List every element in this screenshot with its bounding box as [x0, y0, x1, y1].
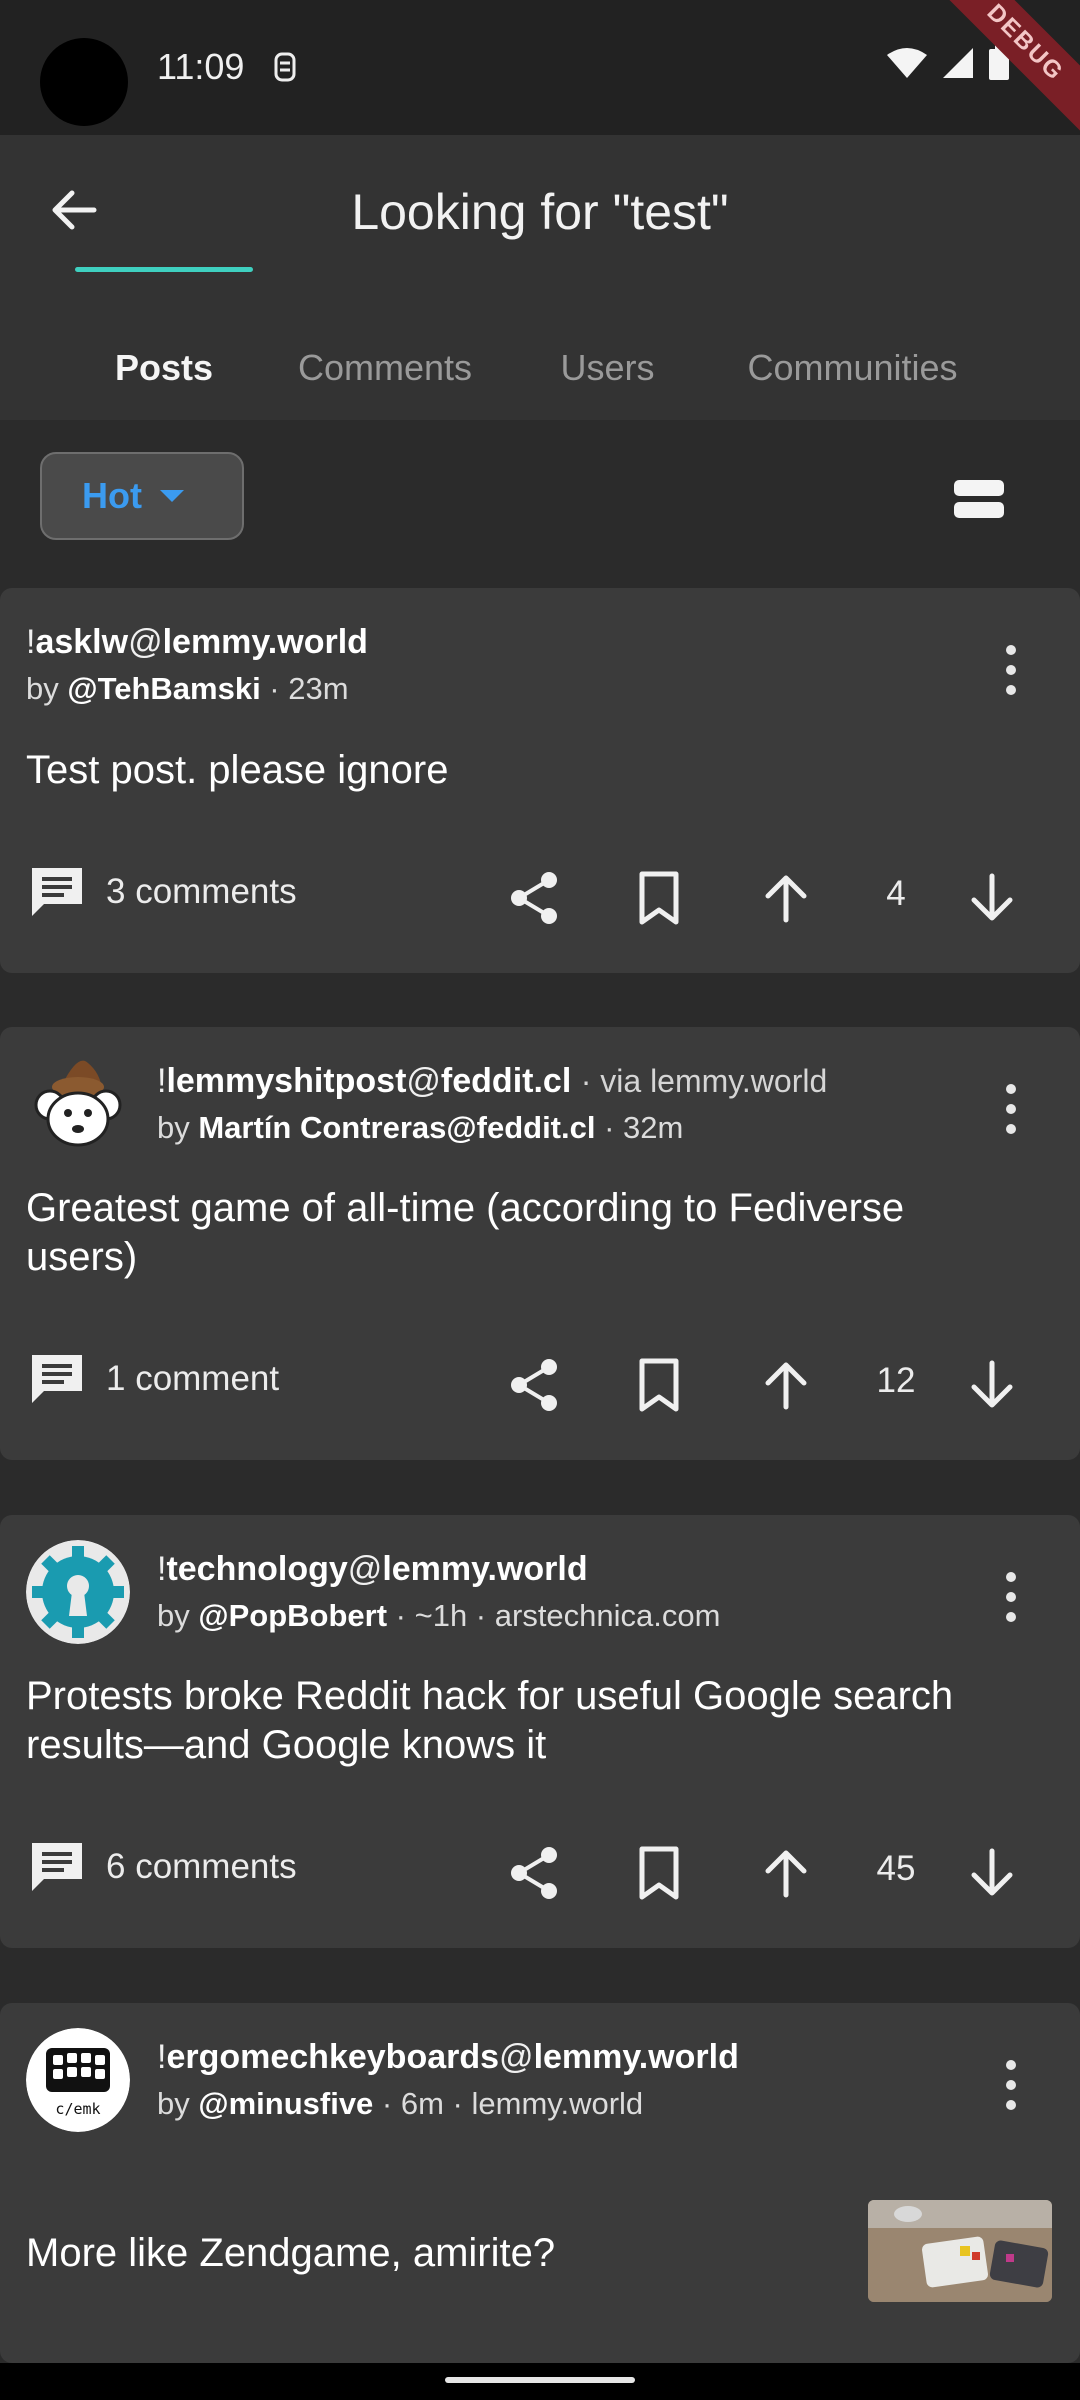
post-menu-button[interactable]: [1000, 1572, 1020, 1632]
wifi-icon: [887, 48, 927, 78]
bookmark-icon[interactable]: [630, 868, 690, 928]
post-title[interactable]: Protests broke Reddit hack for useful Go…: [26, 1672, 1026, 1770]
page-title: Looking for "test": [351, 184, 729, 240]
post-menu-button[interactable]: [1000, 1084, 1020, 1144]
post-actions: 3 comments 4: [0, 858, 1080, 938]
post-actions: 6 comments 45: [0, 1833, 1080, 1913]
post-title[interactable]: Test post. please ignore: [26, 746, 1026, 795]
post-card[interactable]: c/emk !ergomechkeyboards@lemmy.world by …: [0, 2003, 1080, 2363]
tab-comments[interactable]: Comments: [275, 315, 495, 420]
post-menu-button[interactable]: [1000, 2060, 1020, 2120]
tab-bar: Posts Comments Users Communities: [0, 315, 1080, 420]
status-time: 11:09: [157, 46, 245, 87]
comments-button[interactable]: 3 comments: [28, 864, 297, 920]
home-gesture-handle[interactable]: [445, 2377, 635, 2383]
post-community[interactable]: !ergomechkeyboards@lemmy.world: [157, 2038, 739, 2077]
downvote-icon[interactable]: [962, 1843, 1022, 1903]
bookmark-icon[interactable]: [630, 1355, 690, 1415]
post-title[interactable]: More like Zendgame, amirite?: [26, 2229, 846, 2278]
bookmark-icon[interactable]: [630, 1843, 690, 1903]
post-card[interactable]: !lemmyshitpost@feddit.cl · via lemmy.wor…: [0, 1027, 1080, 1460]
post-score: 12: [876, 1361, 916, 1400]
post-community[interactable]: !technology@lemmy.world: [157, 1550, 588, 1589]
share-icon[interactable]: [505, 1843, 565, 1903]
app-bar: Looking for "test" Posts Comments Users …: [0, 135, 1080, 420]
post-card[interactable]: !asklw@lemmy.world by @TehBamski · 23m T…: [0, 588, 1080, 973]
community-avatar[interactable]: [26, 1540, 130, 1644]
comments-button[interactable]: 6 comments: [28, 1839, 297, 1895]
comment-icon: [32, 868, 82, 916]
sort-label: Hot: [82, 475, 142, 516]
comment-count: 6 comments: [106, 1847, 297, 1886]
tab-users[interactable]: Users: [520, 315, 695, 420]
post-byline: by @PopBobert · ~1h · arstechnica.com: [157, 1598, 721, 1633]
upvote-icon[interactable]: [756, 868, 816, 928]
upvote-icon[interactable]: [756, 1355, 816, 1415]
post-byline: by Martín Contreras@feddit.cl · 32m: [157, 1110, 684, 1145]
post-score: 4: [886, 874, 906, 913]
post-byline: by @minusfive · 6m · lemmy.world: [157, 2086, 644, 2121]
avatar-text: c/emk: [55, 2100, 100, 2118]
tab-posts[interactable]: Posts: [75, 315, 253, 420]
post-card[interactable]: !technology@lemmy.world by @PopBobert · …: [0, 1515, 1080, 1948]
comments-button[interactable]: 1 comment: [28, 1351, 279, 1407]
community-avatar[interactable]: c/emk: [26, 2028, 130, 2132]
post-byline: by @TehBamski · 23m: [26, 671, 349, 706]
share-icon[interactable]: [505, 868, 565, 928]
post-menu-button[interactable]: [1000, 645, 1020, 705]
tab-communities[interactable]: Communities: [720, 315, 985, 420]
downvote-icon[interactable]: [962, 1355, 1022, 1415]
post-score: 45: [876, 1849, 916, 1888]
comment-icon: [32, 1355, 82, 1403]
comment-count: 3 comments: [106, 872, 297, 911]
sort-bar: Hot: [0, 420, 1080, 588]
status-bar: 11:09 DEBUG: [0, 0, 1080, 152]
tab-indicator: [75, 267, 253, 272]
dropdown-caret-icon: [159, 490, 184, 502]
post-title[interactable]: Greatest game of all-time (according to …: [26, 1184, 1026, 1282]
share-icon[interactable]: [505, 1355, 565, 1415]
upvote-icon[interactable]: [756, 1843, 816, 1903]
post-community[interactable]: !lemmyshitpost@feddit.cl · via lemmy.wor…: [157, 1062, 827, 1101]
comment-icon: [32, 1843, 82, 1891]
view-mode-icon[interactable]: [954, 480, 1004, 518]
signal-icon: [943, 48, 973, 78]
post-thumbnail[interactable]: [868, 2200, 1052, 2302]
alarm-icon: [274, 52, 296, 82]
community-avatar[interactable]: [26, 1049, 130, 1153]
downvote-icon[interactable]: [962, 868, 1022, 928]
sort-dropdown[interactable]: Hot: [40, 452, 244, 540]
post-actions: 1 comment 12: [0, 1345, 1080, 1425]
post-community[interactable]: !asklw@lemmy.world: [26, 623, 368, 662]
comment-count: 1 comment: [106, 1359, 280, 1398]
system-nav-bar: [0, 2363, 1080, 2400]
camera-cutout: [40, 38, 128, 126]
